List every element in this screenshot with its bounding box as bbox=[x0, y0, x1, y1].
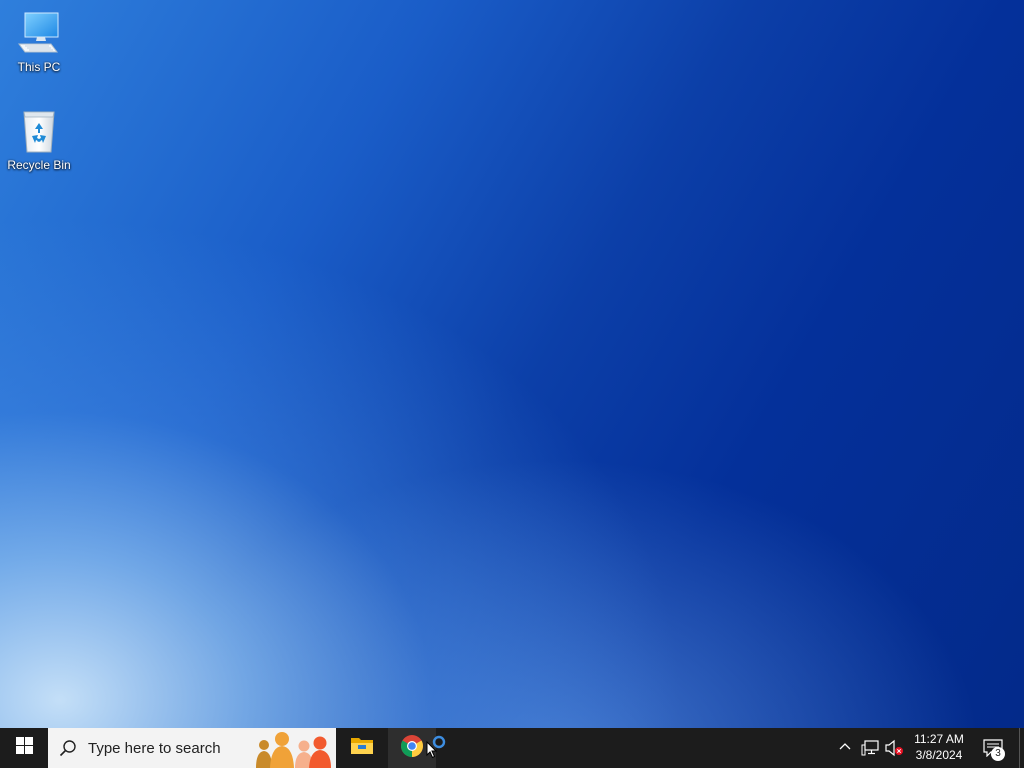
windows-logo-icon bbox=[15, 737, 33, 759]
desktop-icon-label: This PC bbox=[17, 60, 61, 74]
desktop-icon-this-pc[interactable]: This PC bbox=[1, 10, 77, 74]
desktop-icon-label: Recycle Bin bbox=[7, 158, 71, 172]
recycle-bin-icon bbox=[15, 108, 63, 156]
search-highlight-illustration bbox=[252, 728, 336, 768]
taskbar: Type here to search 11:27 AM 3/8/2024 3 bbox=[0, 728, 1024, 768]
clock-time: 11:27 AM bbox=[914, 732, 964, 746]
desktop-background: This PC Recycle Bin bbox=[0, 0, 1024, 728]
start-button[interactable] bbox=[0, 728, 48, 768]
notification-count-badge: 3 bbox=[991, 747, 1005, 761]
desktop-icon-recycle-bin[interactable]: Recycle Bin bbox=[1, 108, 77, 172]
search-placeholder: Type here to search bbox=[88, 739, 221, 757]
mouse-cursor-icon bbox=[426, 740, 438, 764]
clock-date: 3/8/2024 bbox=[915, 748, 963, 762]
show-hidden-icons-chevron-icon[interactable] bbox=[838, 740, 852, 759]
taskbar-app-file-explorer[interactable] bbox=[338, 728, 386, 768]
taskbar-search-box[interactable]: Type here to search bbox=[48, 728, 336, 768]
computer-icon bbox=[15, 10, 63, 58]
action-center-button[interactable]: 3 bbox=[978, 728, 1018, 768]
show-desktop-button[interactable] bbox=[1019, 728, 1024, 768]
chrome-icon bbox=[400, 734, 424, 763]
network-icon[interactable] bbox=[861, 739, 879, 762]
folder-icon bbox=[350, 736, 374, 761]
search-icon bbox=[58, 738, 78, 758]
taskbar-clock[interactable]: 11:27 AM 3/8/2024 bbox=[906, 731, 972, 763]
volume-muted-icon[interactable] bbox=[884, 739, 904, 762]
